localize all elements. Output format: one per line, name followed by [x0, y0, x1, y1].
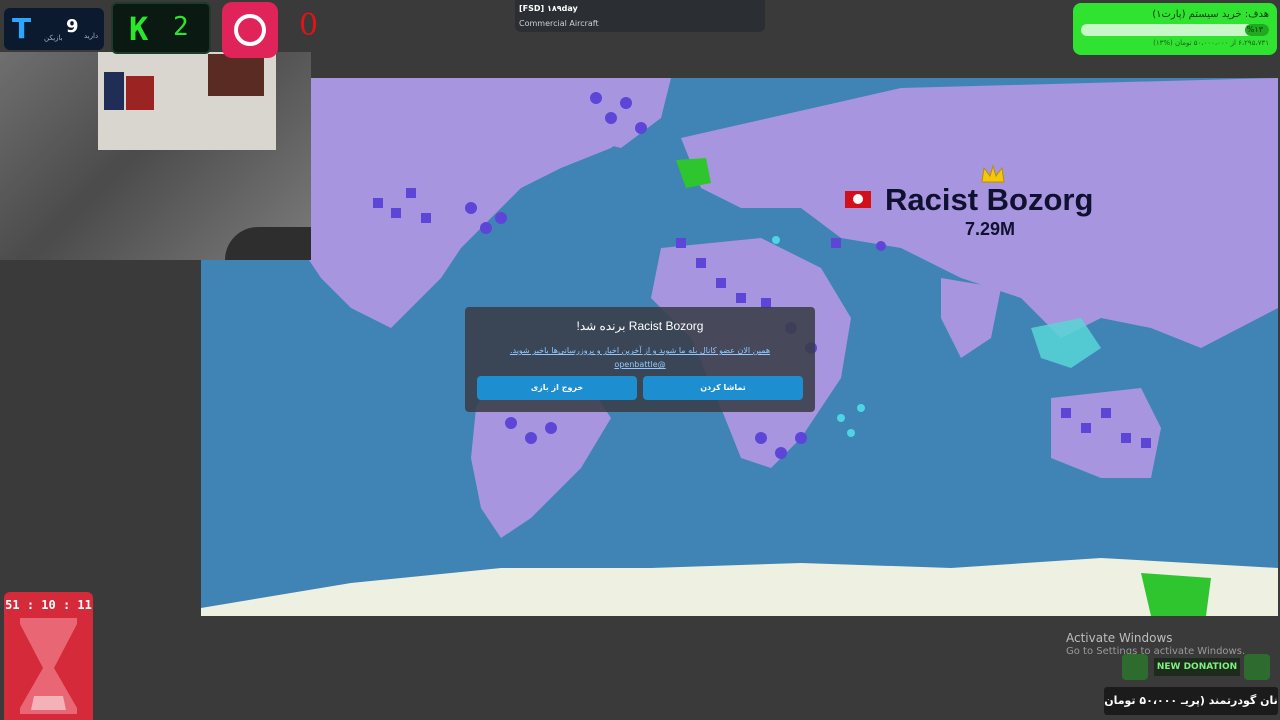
unit	[847, 429, 855, 437]
hourglass-icon	[20, 618, 77, 714]
winner-score-label: 7.29M	[965, 219, 1016, 239]
india	[941, 278, 1001, 358]
kick-logo-icon: K	[129, 10, 149, 48]
unit	[635, 122, 647, 134]
unit	[495, 212, 507, 224]
winner-flag-icon	[845, 191, 871, 208]
unit	[831, 238, 841, 248]
modal-handle-link[interactable]: openbattle@	[465, 360, 815, 369]
modal-message[interactable]: همین الان عضو کانال بله ما شوید و از آخر…	[477, 346, 803, 355]
unit	[755, 432, 767, 444]
unit	[696, 258, 706, 268]
unit	[1061, 408, 1071, 418]
webcam-feed	[0, 52, 311, 260]
goal-amount: ۶،۲۹۵،۷۳۱ از ۵۰،۰۰۰،۰۰۰ تومان (%۱۳)	[1153, 39, 1269, 47]
timer-display: 51 : 10 : 11	[5, 598, 92, 612]
unit	[545, 422, 557, 434]
money-icon	[1244, 654, 1270, 680]
unit	[465, 202, 477, 214]
app-logo-icon	[222, 2, 278, 58]
unit	[373, 198, 383, 208]
crown-icon	[980, 164, 1006, 184]
unit	[406, 188, 416, 198]
donation-ticker: نان گودرتمند (پریـ ۵۰،۰۰۰ تومان	[1104, 687, 1278, 715]
stream-title: [FSD] ۱۸۹day	[519, 4, 578, 13]
unit	[775, 447, 787, 459]
exit-game-button[interactable]: خروج از بازی	[477, 376, 637, 400]
unit	[620, 97, 632, 109]
unit	[795, 432, 807, 444]
goal-percent: %۱۳	[1246, 25, 1263, 34]
shelf-item	[104, 72, 124, 110]
timer-widget: 51 : 10 : 11	[4, 592, 93, 720]
green-territory-uk	[676, 158, 711, 188]
unit	[716, 278, 726, 288]
unit	[1141, 438, 1151, 448]
antarctica	[201, 558, 1278, 616]
pool-ball-box	[208, 54, 264, 96]
shelf-item	[126, 76, 154, 110]
unit	[876, 241, 886, 251]
new-donation-banner: NEW DONATION	[1122, 652, 1272, 682]
unit	[857, 404, 865, 412]
unit	[421, 213, 431, 223]
unit	[1121, 433, 1131, 443]
money-icon	[1122, 654, 1148, 680]
viewer-count-widget: T 9 دارید بازیکن	[4, 8, 104, 50]
unit	[676, 238, 686, 248]
unit	[1101, 408, 1111, 418]
unit	[391, 208, 401, 218]
green-territory-antarctic	[1141, 573, 1211, 616]
stream-subtitle: Commercial Aircraft	[519, 19, 599, 28]
winner-modal: !برنده شد Racist Bozorg همین الان عضو کا…	[465, 307, 815, 412]
unit	[1081, 423, 1091, 433]
modal-title: !برنده شد Racist Bozorg	[576, 319, 704, 333]
watch-button[interactable]: تماشا کردن	[643, 376, 803, 400]
watermark-line1: Activate Windows	[1066, 631, 1173, 645]
k-counter-value: 2	[173, 12, 189, 42]
new-donation-label: NEW DONATION	[1154, 658, 1240, 676]
cyan-territory-indonesia	[1031, 318, 1101, 368]
goal-title: هدف: خرید سیستم (پارت۱)	[1152, 9, 1269, 20]
telegram-logo-icon: T	[12, 12, 32, 45]
donation-goal-widget: هدف: خرید سیستم (پارت۱) %۱۳ ۶،۲۹۵،۷۳۱ از…	[1073, 3, 1277, 55]
australia	[1051, 388, 1161, 478]
red-counter: 0	[299, 8, 319, 43]
winner-name-label: Racist Bozorg	[885, 182, 1094, 217]
unit	[505, 417, 517, 429]
unit	[772, 236, 780, 244]
goal-progress-track: %۱۳	[1081, 24, 1269, 36]
unit	[605, 112, 617, 124]
viewer-label-2: بازیکن	[44, 34, 63, 42]
unit	[837, 414, 845, 422]
unit	[736, 293, 746, 303]
unit	[480, 222, 492, 234]
unit	[525, 432, 537, 444]
chair-shadow	[225, 227, 311, 260]
k-counter-widget: K 2	[111, 2, 211, 54]
unit	[590, 92, 602, 104]
stream-info-bar: [FSD] ۱۸۹day Commercial Aircraft	[515, 0, 765, 32]
viewer-count: 9	[66, 16, 79, 37]
viewer-label-1: دارید	[84, 32, 99, 40]
